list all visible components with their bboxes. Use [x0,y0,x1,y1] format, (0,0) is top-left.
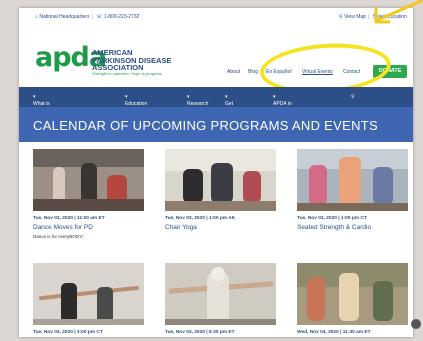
logo-wordmark[interactable]: AMERICAN PARKINSON DISEASE ASSOCIATION [92,49,171,72]
event-date: Tue, Nov 03, 2020 | 11:00 am ET [33,216,105,221]
utility-bar: ⌂ National Headquarters | ☏ 1-800-223-273… [19,8,413,24]
page-title: CALENDAR OF UPCOMING PROGRAMS AND EVENTS [33,118,378,133]
event-date: Wed, Nov 04, 2020 | 11:30 am ET [297,330,371,335]
hq-contact: ⌂ National Headquarters | ☏ 1-800-223-273… [35,14,140,20]
event-title[interactable]: Seated Strength & Cardio [297,224,408,231]
browser-page: ⌂ National Headquarters | ☏ 1-800-223-273… [19,8,413,337]
main-menu: What is Parkinson's Disease? ▾ Education… [19,87,413,119]
phone-link[interactable]: 1-800-223-2732 [104,14,140,20]
event-title[interactable]: Dance Moves for PD [33,224,144,231]
menu-item-community[interactable]: APDA in Your Community ▾ [273,94,298,119]
logo-tagline: Strength to optimism. Hope to progress. [92,71,163,76]
event-card[interactable]: Tue, Nov 03, 2020 | 11:00 am ET Dance Mo… [33,149,144,239]
event-description: Dance is for everyBODY! [33,234,84,239]
menu-item-research[interactable]: Research ▾ [187,94,208,107]
site-header: apda AMERICAN PARKINSON DISEASE ASSOCIAT… [19,24,413,98]
menu-item-parkinsons[interactable]: What is Parkinson's Disease? ▾ [33,94,59,119]
event-image[interactable] [165,149,276,211]
view-map-link[interactable]: View Map [344,14,366,20]
event-date: Tue, Nov 03, 2020 | 1:00 pm AK [165,216,236,221]
event-date: Tue, Nov 03, 2020 | 5:30 pm ET [165,330,235,335]
nav-about[interactable]: About [227,69,240,75]
arrow-annotation [374,0,423,24]
event-card[interactable]: Tue, Nov 03, 2020 | 1:00 pm AK Chair Yog… [165,149,276,231]
phone-icon: ☏ [96,14,103,20]
hq-link[interactable]: National Headquarters [39,14,89,20]
scroll-indicator[interactable] [411,319,421,329]
event-title[interactable]: Chair Yoga [165,224,276,231]
event-image[interactable] [33,263,144,325]
event-image[interactable] [33,149,144,211]
event-card[interactable]: Tue, Nov 03, 2020 | 5:30 pm ET [165,263,276,335]
event-card[interactable]: Tue, Nov 03, 2020 | 1:00 pm CT Seated St… [297,149,408,231]
home-icon: ⌂ [35,14,39,20]
event-image[interactable] [297,263,408,325]
nav-blog[interactable]: Blog [248,69,258,75]
menu-item-get-involved[interactable]: Get Involved ▾ [225,94,244,113]
event-card[interactable]: Tue, Nov 03, 2020 | 3:00 pm CT [33,263,144,335]
page-banner: CALENDAR OF UPCOMING PROGRAMS AND EVENTS [19,107,413,142]
event-date: Tue, Nov 03, 2020 | 1:00 pm CT [297,216,367,221]
map-pin-icon: ⚲ [339,14,343,20]
event-image[interactable] [297,149,408,211]
search-icon[interactable]: ⚲ [351,94,355,100]
event-image[interactable] [165,263,276,325]
event-date: Tue, Nov 03, 2020 | 3:00 pm CT [33,330,103,335]
menu-item-education[interactable]: Education & Support ▾ [125,94,147,113]
event-card[interactable]: Wed, Nov 04, 2020 | 11:30 am ET [297,263,408,335]
